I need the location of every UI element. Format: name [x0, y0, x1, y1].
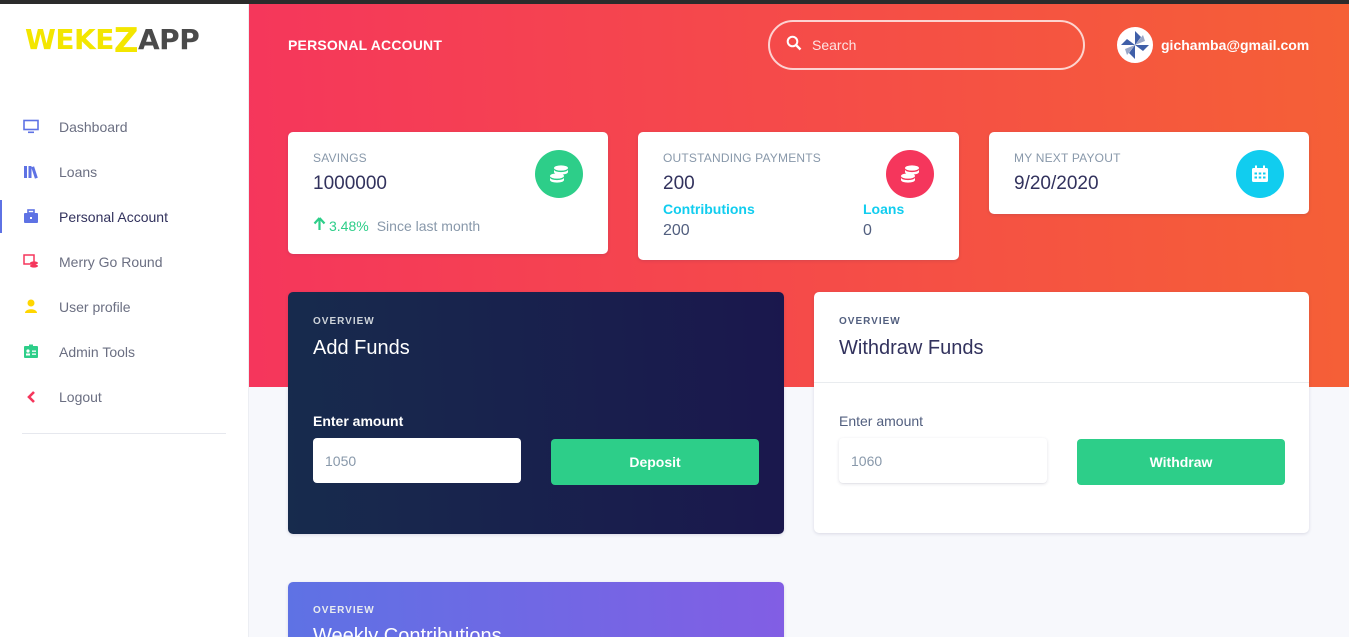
user-icon [22, 298, 39, 315]
weekly-contributions-card: OVERVIEW Weekly Contributions [288, 582, 784, 637]
savings-change-period: Since last month [376, 217, 481, 234]
brand-logo-part: Z [113, 21, 139, 61]
monitor-icon [22, 118, 39, 135]
search-box[interactable] [768, 20, 1085, 70]
withdraw-card-divider [814, 382, 1309, 383]
id-card-icon [22, 343, 39, 360]
payout-card: MY NEXT PAYOUT 9/20/2020 [989, 132, 1309, 214]
sidebar-item-label: User profile [59, 298, 131, 315]
sidebar-item-user-profile[interactable]: User profile [0, 284, 249, 329]
weekly-title: Weekly Contributions [313, 625, 502, 637]
add-funds-overview: OVERVIEW [313, 316, 375, 327]
savings-change-value: 3.48% [329, 217, 369, 234]
brand-logo-part: WEKE [25, 23, 114, 56]
withdraw-funds-overview: OVERVIEW [839, 316, 901, 327]
sidebar-item-label: Personal Account [59, 208, 168, 225]
deposit-amount-input[interactable] [313, 438, 521, 483]
user-email: gichamba@gmail.com [1161, 37, 1310, 53]
chevron-left-icon [22, 388, 39, 405]
sidebar-nav: Dashboard Loans Personal Account Merry G… [0, 104, 249, 419]
search-input[interactable] [812, 37, 1052, 53]
brand-logo[interactable]: WEKEZAPP [25, 18, 200, 61]
outstanding-title: OUTSTANDING PAYMENTS [663, 151, 822, 165]
outstanding-card: OUTSTANDING PAYMENTS 200 Contributions 2… [638, 132, 959, 260]
coins-icon [535, 150, 583, 198]
savings-card: SAVINGS 1000000 3.48% Since last month [288, 132, 608, 254]
withdraw-button[interactable]: Withdraw [1077, 439, 1285, 485]
withdraw-amount-input[interactable] [839, 438, 1047, 483]
calendar-icon [1236, 150, 1284, 198]
sidebar-divider [22, 433, 226, 434]
sidebar-item-label: Admin Tools [59, 343, 136, 360]
brand-logo-part: APP [138, 23, 200, 56]
withdraw-funds-card: OVERVIEW Withdraw Funds Enter amount Wit… [814, 292, 1309, 533]
savings-value: 1000000 [313, 173, 387, 194]
coins-icon [22, 253, 39, 270]
sidebar-item-label: Loans [59, 163, 98, 180]
sidebar-item-label: Dashboard [59, 118, 128, 135]
sidebar: WEKEZAPP Dashboard Loans Personal Accoun… [0, 0, 249, 637]
briefcase-icon [22, 208, 39, 225]
window-top-border [0, 0, 1349, 4]
deposit-button[interactable]: Deposit [551, 439, 759, 485]
weekly-overview: OVERVIEW [313, 605, 375, 616]
page-title: PERSONAL ACCOUNT [288, 37, 443, 53]
outstanding-value: 200 [663, 173, 695, 194]
sidebar-item-logout[interactable]: Logout [0, 374, 249, 419]
avatar[interactable] [1117, 27, 1153, 63]
withdraw-funds-title: Withdraw Funds [839, 337, 984, 359]
savings-change: 3.48% Since last month [313, 217, 480, 234]
withdraw-funds-amount-label: Enter amount [839, 413, 924, 429]
loans-label: Loans [863, 201, 905, 217]
sidebar-item-label: Logout [59, 388, 102, 405]
coins-icon [886, 150, 934, 198]
sidebar-item-label: Merry Go Round [59, 253, 163, 270]
sidebar-item-dashboard[interactable]: Dashboard [0, 104, 249, 149]
payout-value: 9/20/2020 [1014, 173, 1099, 194]
loans-value: 0 [863, 222, 872, 239]
books-icon [22, 163, 39, 180]
sidebar-item-personal-account[interactable]: Personal Account [0, 194, 249, 239]
add-funds-card: OVERVIEW Add Funds Enter amount Deposit [288, 292, 784, 534]
savings-title: SAVINGS [313, 151, 367, 165]
arrow-up-icon [313, 217, 326, 234]
search-icon [786, 35, 802, 56]
sidebar-item-loans[interactable]: Loans [0, 149, 249, 194]
contributions-label: Contributions [663, 201, 755, 217]
sidebar-item-admin-tools[interactable]: Admin Tools [0, 329, 249, 374]
contributions-value: 200 [663, 222, 690, 239]
add-funds-amount-label: Enter amount [313, 413, 404, 429]
add-funds-title: Add Funds [313, 337, 410, 359]
payout-title: MY NEXT PAYOUT [1014, 151, 1121, 165]
user-menu[interactable]: gichamba@gmail.com [1117, 27, 1309, 63]
sidebar-item-merry-go-round[interactable]: Merry Go Round [0, 239, 249, 284]
